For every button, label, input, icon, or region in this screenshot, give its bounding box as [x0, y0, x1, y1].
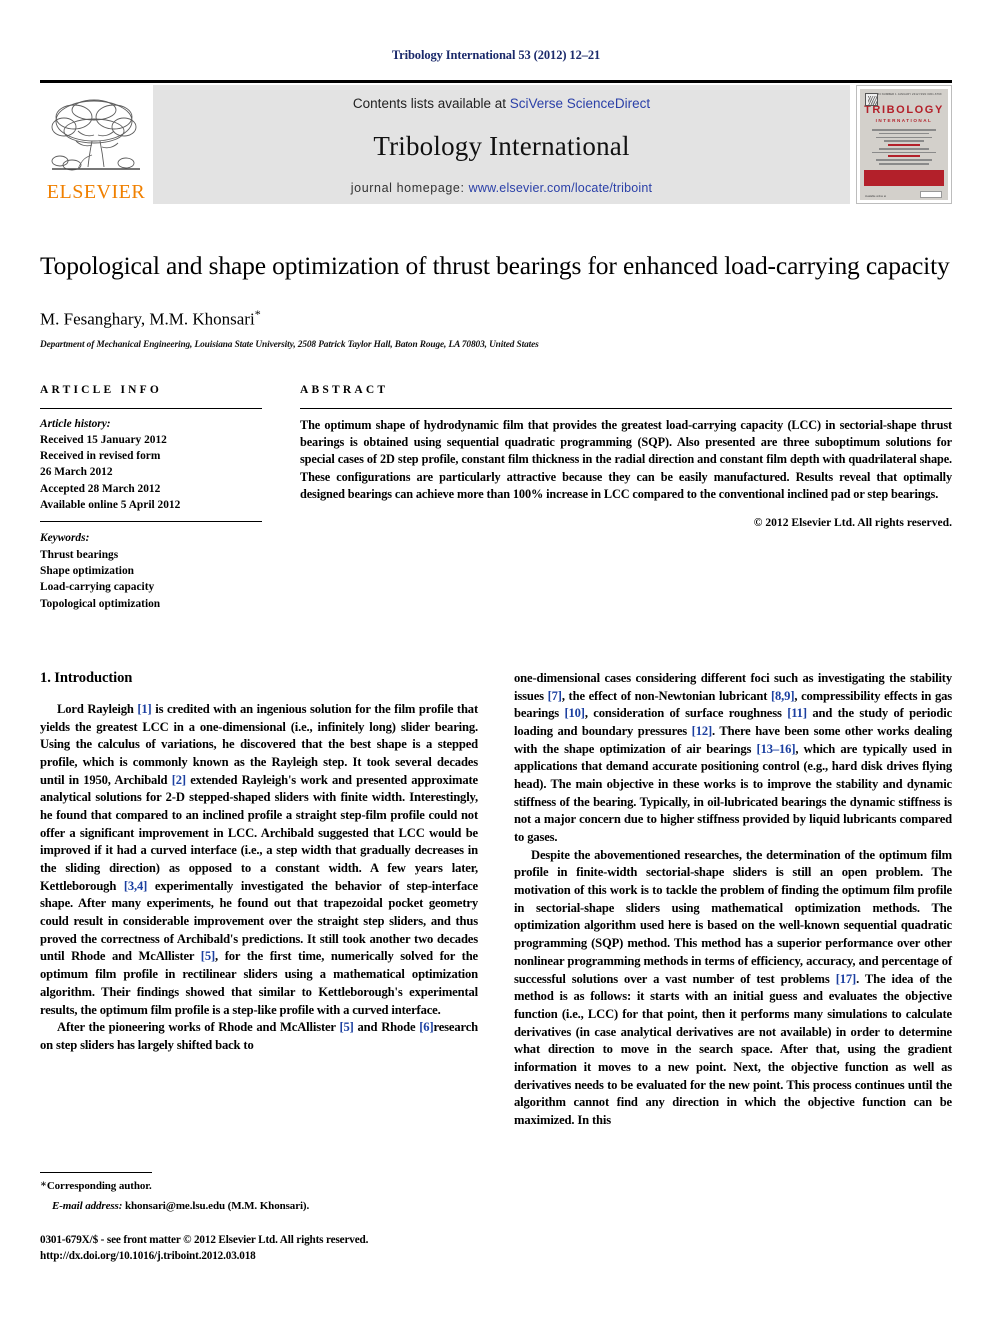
cover-text-lines — [872, 129, 936, 167]
author-names: M. Fesanghary, M.M. Khonsari — [40, 309, 255, 329]
cover-sciencedirect-badge — [920, 191, 942, 198]
history-line: Received 15 January 2012 — [40, 433, 167, 446]
corresponding-author-text: Corresponding author. — [46, 1180, 152, 1192]
abstract-heading: ABSTRACT — [300, 383, 389, 396]
abstract-rule — [300, 407, 952, 409]
history-line: Accepted 28 March 2012 — [40, 482, 161, 495]
abstract-text: The optimum shape of hydrodynamic film t… — [300, 417, 952, 502]
citation-reference[interactable]: [11] — [787, 706, 807, 720]
keyword-item: Topological optimization — [40, 597, 161, 610]
keywords-rule — [40, 521, 262, 523]
citation-reference[interactable]: [7] — [548, 689, 562, 703]
history-line: Available online 5 April 2012 — [40, 499, 181, 512]
paragraph: one-dimensional cases considering differ… — [514, 670, 953, 844]
citation-reference[interactable]: [3,4] — [124, 879, 148, 893]
homepage-prefix: journal homepage: — [350, 181, 469, 195]
keyword-item: Load-carrying capacity — [40, 581, 155, 594]
title-block: Topological and shape optimization of th… — [40, 250, 952, 350]
asterisk-icon: ∗ — [40, 1179, 47, 1190]
copyright-line: © 2012 Elsevier Ltd. All rights reserved… — [753, 515, 952, 529]
imprint-block: 0301-679X/$ - see front matter © 2012 El… — [40, 1232, 470, 1264]
journal-cover-thumbnail[interactable]: VOL. 53 NUMBER 1 JANUARY 2012 ISSN 0301-… — [856, 85, 952, 204]
citation-reference[interactable]: [1] — [137, 702, 151, 716]
paper-page: Tribology International 53 (2012) 12–21 — [0, 0, 992, 1323]
article-history: Article history: Received 15 January 201… — [40, 416, 262, 514]
section-heading-introduction: 1. Introduction — [40, 669, 133, 686]
doi-link[interactable]: http://dx.doi.org/10.1016/j.triboint.201… — [40, 1248, 470, 1264]
cover-title: TRIBOLOGY — [864, 104, 944, 116]
article-info-heading: ARTICLE INFO — [40, 383, 163, 396]
journal-masthead: ELSEVIER Contents lists available at Sci… — [40, 80, 952, 204]
affiliation: Department of Mechanical Engineering, Lo… — [40, 339, 539, 350]
citation-reference[interactable]: [2] — [172, 773, 186, 787]
page-title: Topological and shape optimization of th… — [40, 251, 950, 280]
footnote-block: ∗Corresponding author. E-mail address: k… — [40, 1172, 470, 1264]
history-line: 26 March 2012 — [40, 466, 113, 479]
cover-subtitle: INTERNATIONAL — [875, 118, 933, 123]
issn-line: 0301-679X/$ - see front matter © 2012 El… — [40, 1233, 369, 1246]
article-info-rule — [40, 407, 262, 409]
contents-prefix: Contents lists available at — [352, 96, 510, 111]
email-note: E-mail address: khonsari@me.lsu.edu (M.M… — [52, 1199, 470, 1214]
paragraph: Despite the abovementioned researches, t… — [514, 847, 952, 1127]
citation-reference[interactable]: [10] — [564, 706, 585, 720]
keywords-label: Keywords: — [40, 532, 90, 545]
cover-publisher-mark-icon — [865, 93, 878, 106]
cover-footer-caption: Available online at — [865, 195, 887, 198]
contents-available-line: Contents lists available at SciVerse Sci… — [353, 96, 650, 111]
author-list: M. Fesanghary, M.M. Khonsari* — [40, 307, 952, 330]
info-abstract-row: ARTICLE INFO Article history: Received 1… — [40, 384, 952, 612]
citation-reference[interactable]: [5] — [201, 949, 215, 963]
citation-reference[interactable]: [5] — [339, 1020, 353, 1034]
journal-title: Tribology International — [373, 130, 630, 161]
citation-reference[interactable]: [6] — [419, 1020, 433, 1034]
body-column-left: 1. Introduction Lord Rayleigh [1] is cre… — [40, 670, 478, 1130]
email-label: E-mail address: — [52, 1199, 123, 1212]
corresponding-author-note: ∗Corresponding author. — [40, 1178, 470, 1194]
abstract-column: ABSTRACT The optimum shape of hydrodynam… — [300, 384, 952, 612]
history-line: Received in revised form — [40, 450, 161, 463]
running-head: Tribology International 53 (2012) 12–21 — [391, 48, 601, 62]
body-columns: 1. Introduction Lord Rayleigh [1] is cre… — [40, 670, 952, 1130]
cover-artwork: VOL. 53 NUMBER 1 JANUARY 2012 ISSN 0301-… — [860, 89, 948, 200]
cover-accent-band — [864, 170, 944, 186]
masthead-center-band: Contents lists available at SciVerse Sci… — [152, 85, 850, 204]
citation-reference[interactable]: [13–16] — [757, 742, 796, 756]
sciencedirect-link[interactable]: SciVerse ScienceDirect — [510, 96, 650, 111]
keyword-item: Thrust bearings — [40, 548, 119, 561]
article-history-label: Article history: — [40, 417, 111, 430]
journal-homepage-line: journal homepage: www.elsevier.com/locat… — [351, 181, 652, 195]
corresponding-author-marker: * — [254, 306, 261, 321]
elsevier-wordmark: ELSEVIER — [46, 181, 146, 203]
keywords-block: Keywords: Thrust bearings Shape optimiza… — [40, 530, 262, 611]
footnote-rule — [40, 1172, 152, 1173]
citation-reference[interactable]: [12] — [692, 724, 713, 738]
journal-homepage-link[interactable]: www.elsevier.com/locate/triboint — [469, 181, 653, 195]
article-info-column: ARTICLE INFO Article history: Received 1… — [40, 384, 262, 612]
elsevier-tree-icon — [51, 99, 140, 171]
citation-reference[interactable]: [8,9] — [771, 689, 795, 703]
citation-reference[interactable]: [17] — [836, 972, 857, 986]
body-column-right: one-dimensional cases considering differ… — [514, 670, 952, 1130]
paragraph: After the pioneering works of Rhode and … — [40, 1020, 478, 1052]
paragraph: Lord Rayleigh [1] is credited with an in… — [40, 701, 479, 1017]
email-address[interactable]: khonsari@me.lsu.edu (M.M. Khonsari). — [125, 1200, 309, 1212]
keyword-item: Shape optimization — [40, 564, 134, 577]
elsevier-logo: ELSEVIER — [40, 85, 152, 204]
